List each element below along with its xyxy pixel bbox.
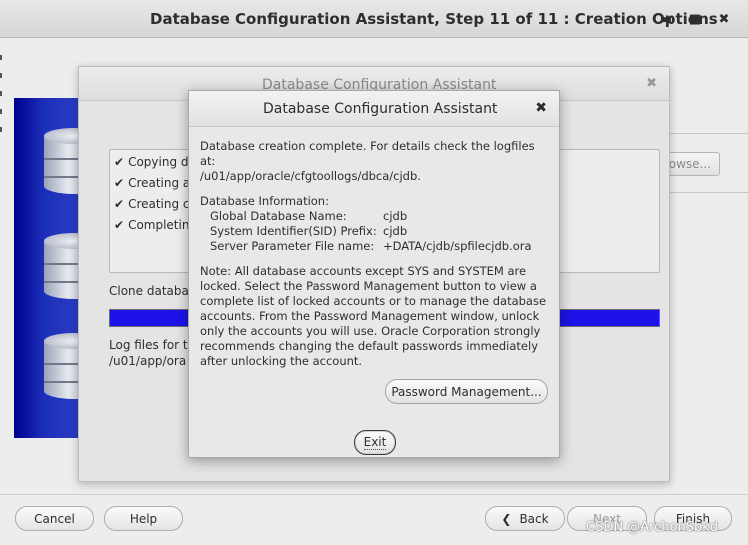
main-window-titlebar: Database Configuration Assistant, Step 1… [0, 0, 748, 38]
help-button[interactable]: Help [104, 506, 183, 531]
database-info-heading: Database Information: [200, 194, 329, 208]
checkmark-icon: ✔ [114, 197, 125, 211]
step-item: ✔ Creating cl [114, 197, 193, 211]
exit-button[interactable]: Exit [354, 430, 396, 455]
main-window-title: Database Configuration Assistant, Step 1… [150, 10, 718, 28]
nav-separator [0, 494, 748, 495]
completion-message-cont: at: [200, 154, 216, 168]
log-files-path: /u01/app/ora [109, 354, 187, 368]
clone-database-label: Clone databas [109, 284, 196, 298]
info-value: cjdb [383, 224, 408, 238]
password-management-button[interactable]: Password Management... [385, 379, 548, 404]
checkmark-icon: ✔ [114, 176, 125, 190]
back-button[interactable]: ❮ Back [485, 506, 565, 531]
completion-dialog-title: Database Configuration Assistant [263, 101, 498, 117]
note-line: Note: All database accounts except SYS a… [200, 264, 527, 278]
step-item: ✔ Completing [114, 218, 198, 232]
info-label: Server Parameter File name: [210, 239, 375, 253]
info-label: Global Database Name: [210, 209, 347, 223]
close-icon[interactable]: ✖ [714, 9, 734, 29]
info-value: cjdb [383, 209, 408, 223]
checkmark-icon: ✔ [114, 155, 125, 169]
database-banner-graphic [14, 98, 80, 438]
chevron-left-icon: ❮ [501, 511, 512, 526]
step-item: ✔ Copying da [114, 155, 196, 169]
log-files-label: Log files for th [109, 338, 196, 352]
note-line: locked. Select the Password Management b… [200, 279, 537, 293]
completion-dialog: Database Configuration Assistant ✖ Datab… [188, 90, 560, 458]
completion-dialog-titlebar: Database Configuration Assistant ✖ [189, 91, 559, 127]
note-line: after unlocking the account. [200, 354, 363, 368]
left-edge-markers [0, 55, 3, 145]
note-line: complete list of locked accounts or to m… [200, 294, 547, 308]
partial-background-text [2, 2, 102, 10]
log-path: /u01/app/oracle/cfgtoollogs/dbca/cjdb. [200, 169, 421, 183]
note-line: recommends changing the default password… [200, 339, 539, 353]
maximize-icon[interactable]: ■ [685, 9, 705, 29]
cancel-button[interactable]: Cancel [15, 506, 94, 531]
completion-message: Database creation complete. For details … [200, 139, 535, 153]
info-value: +DATA/cjdb/spfilecjdb.ora [383, 239, 532, 253]
close-icon[interactable]: ✖ [535, 100, 547, 116]
step-item: ✔ Creating ar [114, 176, 196, 190]
watermark: CSDN @ArchonSbkd [586, 520, 719, 535]
minimize-icon[interactable]: ▬ [656, 9, 676, 29]
info-label: System Identifier(SID) Prefix: [210, 224, 377, 238]
note-line: accounts. From the Password Management w… [200, 309, 540, 323]
checkmark-icon: ✔ [114, 218, 125, 232]
note-line: only the accounts you will use. Oracle C… [200, 324, 541, 338]
close-icon[interactable]: ✖ [646, 76, 657, 91]
